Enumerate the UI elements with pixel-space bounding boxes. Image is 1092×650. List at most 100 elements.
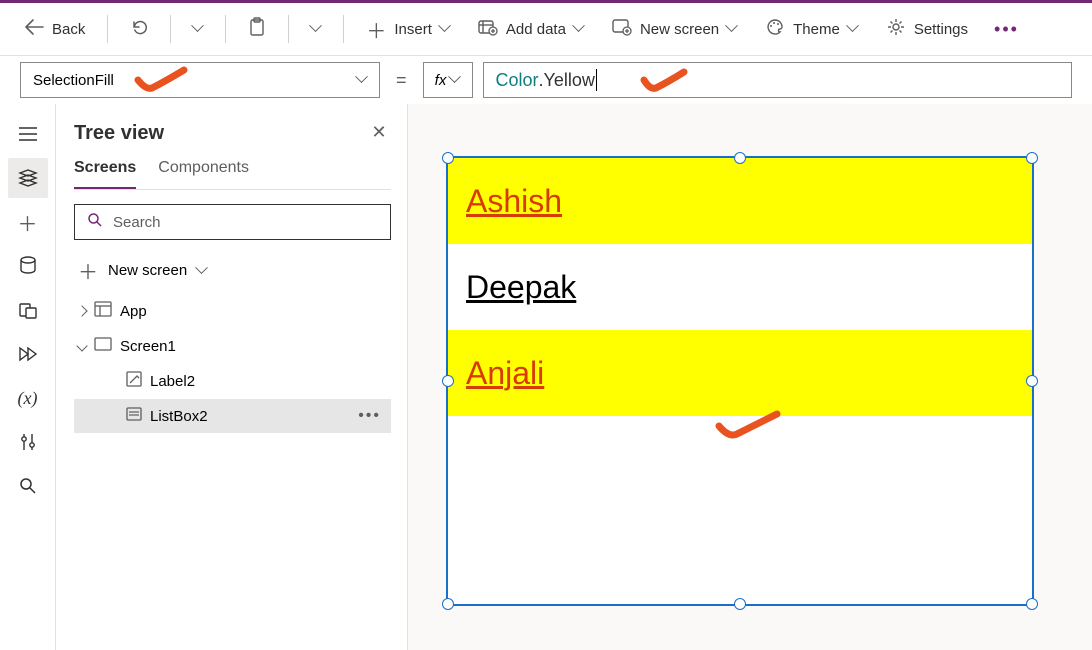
separator — [225, 15, 226, 43]
rail-insert[interactable]: ＋ — [8, 202, 48, 242]
chevron-down-icon — [76, 340, 87, 351]
resize-handle[interactable] — [1026, 375, 1038, 387]
resize-handle[interactable] — [442, 375, 454, 387]
tree-title: Tree view — [74, 122, 391, 145]
listbox-item[interactable]: Deepak — [448, 244, 1032, 330]
resize-handle[interactable] — [734, 598, 746, 610]
rail-tools[interactable] — [8, 422, 48, 462]
chevron-right-icon — [76, 305, 87, 316]
tree-new-screen-button[interactable]: ＋ New screen — [74, 248, 391, 293]
screen-icon — [94, 337, 112, 355]
chevron-down-icon — [727, 24, 737, 34]
fx-button[interactable]: fx — [423, 62, 473, 98]
more-button[interactable]: ••• — [984, 19, 1029, 40]
tree-item-app[interactable]: App — [74, 293, 391, 329]
rail-hamburger[interactable] — [8, 114, 48, 154]
new-screen-label: New screen — [640, 21, 719, 38]
design-canvas[interactable]: Ashish Deepak Anjali — [408, 104, 1092, 650]
paste-menu[interactable] — [299, 18, 333, 40]
rail-media[interactable] — [8, 290, 48, 330]
chevron-down-icon — [440, 24, 450, 34]
arrow-left-icon — [24, 18, 44, 40]
tree-item-listbox2[interactable]: ListBox2 ••• — [74, 399, 391, 433]
back-button[interactable]: Back — [12, 12, 97, 46]
tree-item-label: App — [120, 303, 147, 320]
rail-data[interactable] — [8, 246, 48, 286]
tab-components[interactable]: Components — [158, 159, 249, 189]
palette-icon — [765, 18, 785, 40]
insert-label: Insert — [394, 21, 432, 38]
close-panel-button[interactable]: ✕ — [365, 118, 393, 146]
tree-item-label: ListBox2 — [150, 408, 208, 425]
listbox-icon — [126, 407, 142, 425]
clipboard-icon — [248, 17, 266, 41]
plus-icon: ＋ — [366, 15, 386, 44]
plus-icon: ＋ — [18, 208, 38, 237]
listbox-control[interactable]: Ashish Deepak Anjali — [446, 156, 1034, 606]
rail-variables[interactable]: (x) — [8, 378, 48, 418]
tab-screens[interactable]: Screens — [74, 159, 136, 189]
theme-button[interactable]: Theme — [753, 12, 870, 46]
undo-button[interactable] — [118, 12, 160, 46]
tree-new-screen-label: New screen — [108, 262, 187, 279]
add-data-label: Add data — [506, 21, 566, 38]
left-rail: ＋ (x) — [0, 104, 56, 650]
chevron-down-icon — [450, 75, 460, 85]
resize-handle[interactable] — [1026, 598, 1038, 610]
command-bar: Back ＋ Insert Add data New screen — [0, 0, 1092, 56]
close-icon: ✕ — [371, 122, 386, 143]
listbox-item[interactable]: Anjali — [448, 330, 1032, 416]
label-icon — [126, 371, 142, 391]
equals-sign: = — [390, 70, 413, 91]
tree-item-more[interactable]: ••• — [358, 407, 387, 425]
resize-handle[interactable] — [442, 598, 454, 610]
resize-handle[interactable] — [734, 152, 746, 164]
rail-search[interactable] — [8, 466, 48, 506]
listbox-item[interactable]: Ashish — [448, 158, 1032, 244]
settings-label: Settings — [914, 21, 968, 38]
new-screen-button[interactable]: New screen — [600, 12, 749, 46]
data-icon — [478, 18, 498, 40]
formula-token-ns: Color — [496, 70, 539, 91]
gear-icon — [886, 17, 906, 41]
fx-label: fx — [435, 72, 447, 89]
insert-button[interactable]: ＋ Insert — [354, 9, 462, 50]
tree-tabs: Screens Components — [74, 159, 391, 190]
resize-handle[interactable] — [442, 152, 454, 164]
tree-search-input[interactable]: Search — [74, 204, 391, 240]
tree-item-screen1[interactable]: Screen1 — [74, 329, 391, 363]
text-caret — [596, 69, 597, 91]
add-data-button[interactable]: Add data — [466, 12, 596, 46]
chevron-down-icon — [574, 24, 584, 34]
rail-tree-view[interactable] — [8, 158, 48, 198]
separator — [343, 15, 344, 43]
formula-token-val: Yellow — [544, 70, 595, 91]
chevron-down-icon — [197, 266, 207, 276]
chevron-down-icon — [311, 24, 321, 34]
undo-menu[interactable] — [181, 18, 215, 40]
search-icon — [87, 212, 103, 232]
theme-label: Theme — [793, 21, 840, 38]
tree-item-label: Label2 — [150, 373, 195, 390]
separator — [107, 15, 108, 43]
plus-icon: ＋ — [78, 256, 98, 285]
workspace: ＋ (x) Tree view ✕ Screens Components — [0, 104, 1092, 650]
undo-icon — [130, 18, 148, 40]
tree-view-panel: Tree view ✕ Screens Components Search ＋ … — [56, 104, 408, 650]
resize-handle[interactable] — [1026, 152, 1038, 164]
chevron-down-icon — [357, 75, 367, 85]
separator — [288, 15, 289, 43]
screen-plus-icon — [612, 18, 632, 40]
property-selector[interactable]: SelectionFill — [20, 62, 380, 98]
tree-item-label: Screen1 — [120, 338, 176, 355]
settings-button[interactable]: Settings — [874, 11, 980, 47]
formula-bar-row: SelectionFill = fx Color.Yellow — [0, 56, 1092, 104]
back-label: Back — [52, 21, 85, 38]
paste-button[interactable] — [236, 11, 278, 47]
tree-item-label2[interactable]: Label2 — [74, 363, 391, 399]
property-name: SelectionFill — [33, 72, 114, 89]
formula-input[interactable]: Color.Yellow — [483, 62, 1072, 98]
app-icon — [94, 301, 112, 321]
chevron-down-icon — [848, 24, 858, 34]
rail-powerautomate[interactable] — [8, 334, 48, 374]
